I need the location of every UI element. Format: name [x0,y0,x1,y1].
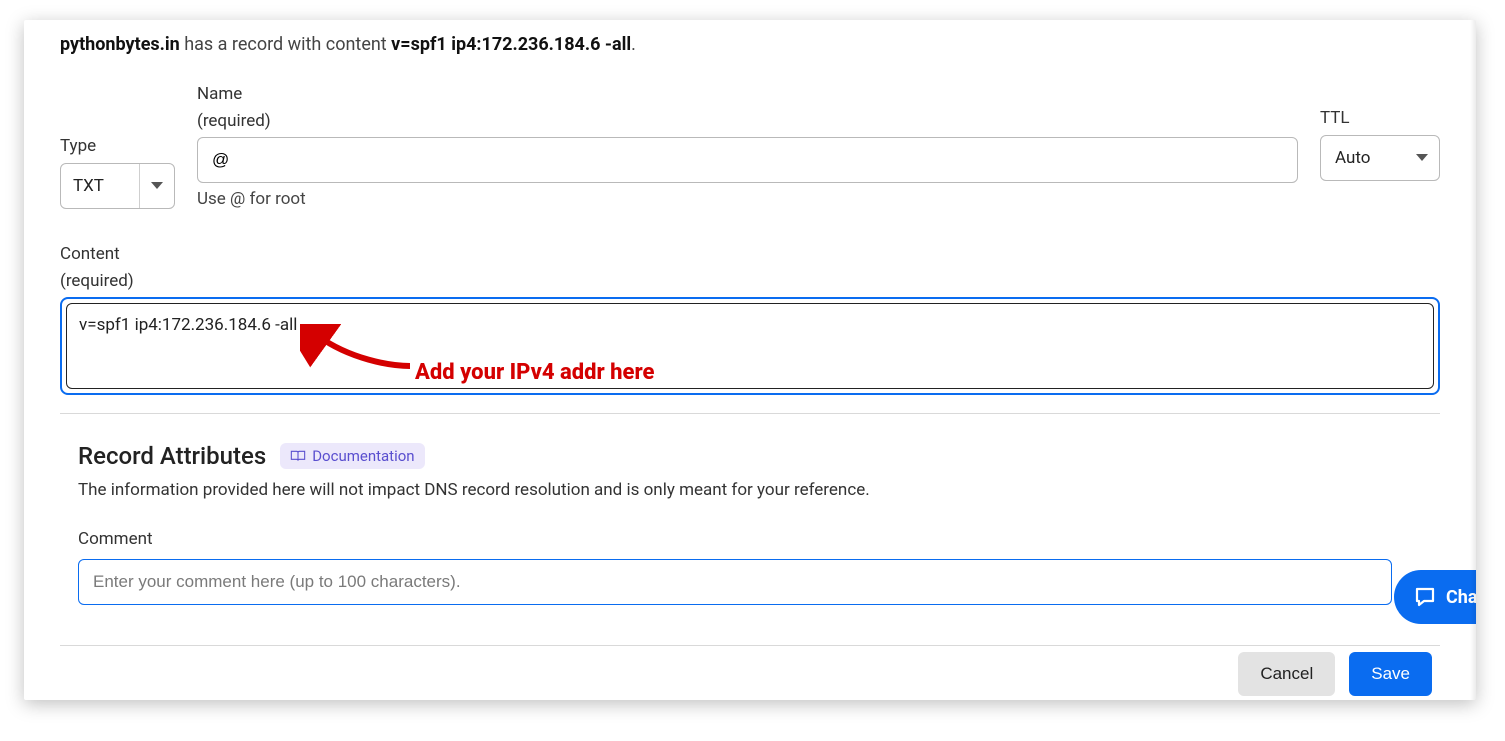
ttl-label: TTL [1320,107,1440,131]
content-focus-ring: v=spf1 ip4:172.236.184.6 -all [60,297,1440,395]
comment-input-wrap [78,559,1392,605]
type-select[interactable]: TXT [60,163,175,209]
ttl-value: Auto [1321,148,1405,168]
comment-field: Comment [78,528,1440,606]
name-input-wrap [197,137,1298,183]
footer-buttons: Cancel Save [1238,652,1432,696]
comment-input[interactable] [79,560,1391,604]
name-hint: Use @ for root [197,189,1298,209]
attributes-header: Record Attributes Documentation [78,442,1440,470]
summary-trailing: . [631,34,636,55]
ttl-select[interactable]: Auto [1320,135,1440,181]
summary-value: v=spf1 ip4:172.236.184.6 -all [391,34,631,55]
name-field: Name (required) Use @ for root [197,83,1298,209]
name-input[interactable] [198,138,1297,182]
attributes-title: Record Attributes [78,442,266,470]
footer-divider [60,645,1440,646]
chevron-down-icon [1416,154,1428,161]
section-divider [60,413,1440,414]
chat-icon [1412,585,1438,609]
cancel-button[interactable]: Cancel [1238,652,1335,696]
record-summary: pythonbytes.in has a record with content… [60,34,1440,55]
documentation-link[interactable]: Documentation [280,443,424,469]
ttl-field: TTL Auto [1320,107,1440,181]
type-value: TXT [61,176,139,196]
chat-widget[interactable]: Chat [1394,570,1476,624]
content-required: (required) [60,271,1440,291]
summary-mid: has a record with content [180,34,391,55]
save-button[interactable]: Save [1349,652,1432,696]
panel-inner: pythonbytes.in has a record with content… [60,34,1440,646]
comment-label: Comment [78,528,1440,552]
domain-name: pythonbytes.in [60,34,180,55]
type-field: Type TXT [60,135,175,209]
content-textarea[interactable]: v=spf1 ip4:172.236.184.6 -all [66,303,1434,389]
record-attributes-section: Record Attributes Documentation The info… [60,442,1440,606]
documentation-label: Documentation [312,447,414,465]
type-caret[interactable] [140,164,174,208]
dns-record-edit-panel: pythonbytes.in has a record with content… [24,20,1476,700]
chevron-down-icon [151,182,163,189]
content-field: Content (required) v=spf1 ip4:172.236.18… [60,243,1440,395]
attributes-description: The information provided here will not i… [78,480,1440,500]
name-label: Name [197,83,1298,107]
content-label: Content [60,243,1440,267]
name-required: (required) [197,111,1298,131]
record-fields-row: Type TXT Name (required) Use @ for root [60,83,1440,209]
book-icon [290,449,306,463]
type-label: Type [60,135,175,159]
ttl-caret[interactable] [1405,136,1439,180]
right-edge-shadow [1470,20,1476,700]
